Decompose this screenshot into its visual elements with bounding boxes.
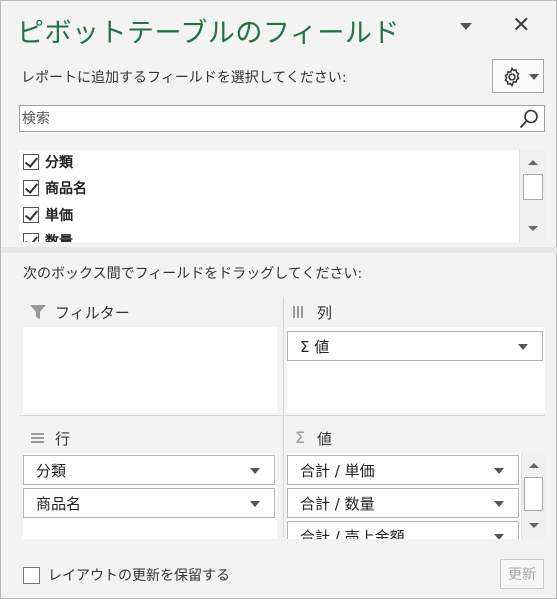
scroll-down-icon[interactable] xyxy=(528,226,538,231)
scroll-thumb[interactable] xyxy=(523,174,543,200)
chevron-down-icon[interactable] xyxy=(494,534,504,539)
scroll-up-icon[interactable] xyxy=(529,463,539,468)
rows-area-header: 行 xyxy=(29,425,70,451)
tools-button[interactable] xyxy=(492,59,544,93)
field-checkbox[interactable] xyxy=(23,154,39,170)
values-scrollbar[interactable] xyxy=(521,453,545,539)
sigma-icon: Σ xyxy=(294,428,306,447)
field-search-box[interactable] xyxy=(19,105,545,132)
close-icon[interactable]: ✕ xyxy=(512,15,530,37)
pane-splitter[interactable] xyxy=(1,247,557,253)
values-item-sum-unit-price[interactable]: 合計 / 単価 xyxy=(287,455,519,485)
rows-label: 行 xyxy=(55,429,71,448)
columns-icon xyxy=(291,303,309,321)
values-item-sum-quantity[interactable]: 合計 / 数量 xyxy=(287,488,519,518)
choose-fields-label: レポートに追加するフィールドを選択してください: xyxy=(21,70,347,86)
pill-label: 分類 xyxy=(36,461,67,480)
field-item-product-name[interactable]: 商品名 xyxy=(23,176,87,200)
chevron-down-icon xyxy=(529,74,539,80)
pill-label: 合計 / 売上金額 xyxy=(300,527,405,540)
update-button[interactable]: 更新 xyxy=(500,559,544,589)
chevron-down-icon[interactable] xyxy=(250,468,260,474)
field-item-category[interactable]: 分類 xyxy=(23,150,73,174)
rows-item-product-name[interactable]: 商品名 xyxy=(23,488,275,518)
defer-layout-update[interactable]: レイアウトの更新を保留する xyxy=(23,565,230,585)
columns-label: 列 xyxy=(317,303,333,322)
area-separator-horizontal xyxy=(19,415,545,416)
drag-fields-label: 次のボックス間でフィールドをドラッグしてください: xyxy=(23,266,363,282)
pill-label: 商品名 xyxy=(36,494,82,513)
field-checkbox[interactable] xyxy=(23,180,39,196)
pane-title: ピボットテーブルのフィールド xyxy=(17,18,400,49)
chevron-down-icon[interactable] xyxy=(250,501,260,507)
field-label: 単価 xyxy=(45,208,73,224)
field-label: 分類 xyxy=(45,155,73,171)
filter-icon xyxy=(29,303,47,321)
field-item-quantity[interactable]: 数量 xyxy=(23,229,73,242)
rows-drop-zone[interactable]: 分類 商品名 xyxy=(23,453,277,539)
pane-options-chevron-icon[interactable] xyxy=(460,23,472,30)
pill-label: 合計 / 数量 xyxy=(300,494,375,513)
field-list-scrollbar[interactable] xyxy=(519,150,545,242)
values-label: 値 xyxy=(317,429,333,448)
field-label: 商品名 xyxy=(45,181,87,197)
pivot-field-pane: ピボットテーブルのフィールド ✕ レポートに追加するフィールドを選択してください… xyxy=(0,0,557,599)
field-item-unit-price[interactable]: 単価 xyxy=(23,203,73,227)
scroll-down-icon[interactable] xyxy=(529,523,539,528)
rows-item-category[interactable]: 分類 xyxy=(23,455,275,485)
values-area-header: Σ 値 xyxy=(291,425,332,451)
field-checkbox[interactable] xyxy=(23,207,39,223)
columns-drop-zone[interactable]: Σ 値 xyxy=(287,327,545,413)
columns-item-values[interactable]: Σ 値 xyxy=(287,331,543,361)
filters-area-header: フィルター xyxy=(29,299,130,325)
values-item-sum-sales[interactable]: 合計 / 売上金額 xyxy=(287,521,519,539)
columns-area-header: 列 xyxy=(291,299,332,325)
field-label: 数量 xyxy=(45,234,73,242)
filters-drop-zone[interactable] xyxy=(23,327,277,413)
scroll-up-icon[interactable] xyxy=(528,160,538,165)
chevron-down-icon[interactable] xyxy=(518,344,528,350)
area-separator-vertical xyxy=(283,297,284,537)
rows-icon xyxy=(29,429,47,447)
field-checkbox[interactable] xyxy=(23,233,39,242)
filters-label: フィルター xyxy=(55,303,130,322)
values-drop-zone[interactable]: 合計 / 単価 合計 / 数量 合計 / 売上金額 xyxy=(287,453,545,539)
chevron-down-icon[interactable] xyxy=(494,501,504,507)
pill-label: 合計 / 単価 xyxy=(300,461,375,480)
defer-checkbox[interactable] xyxy=(23,566,40,584)
scroll-thumb[interactable] xyxy=(524,477,543,511)
search-input[interactable] xyxy=(22,108,502,129)
field-list: 分類 商品名 単価 数量 xyxy=(19,150,545,242)
gear-icon xyxy=(504,66,520,88)
chevron-down-icon[interactable] xyxy=(494,468,504,474)
defer-label: レイアウトの更新を保留する xyxy=(48,568,230,584)
search-icon[interactable] xyxy=(518,108,540,130)
pill-label: Σ 値 xyxy=(300,337,330,356)
